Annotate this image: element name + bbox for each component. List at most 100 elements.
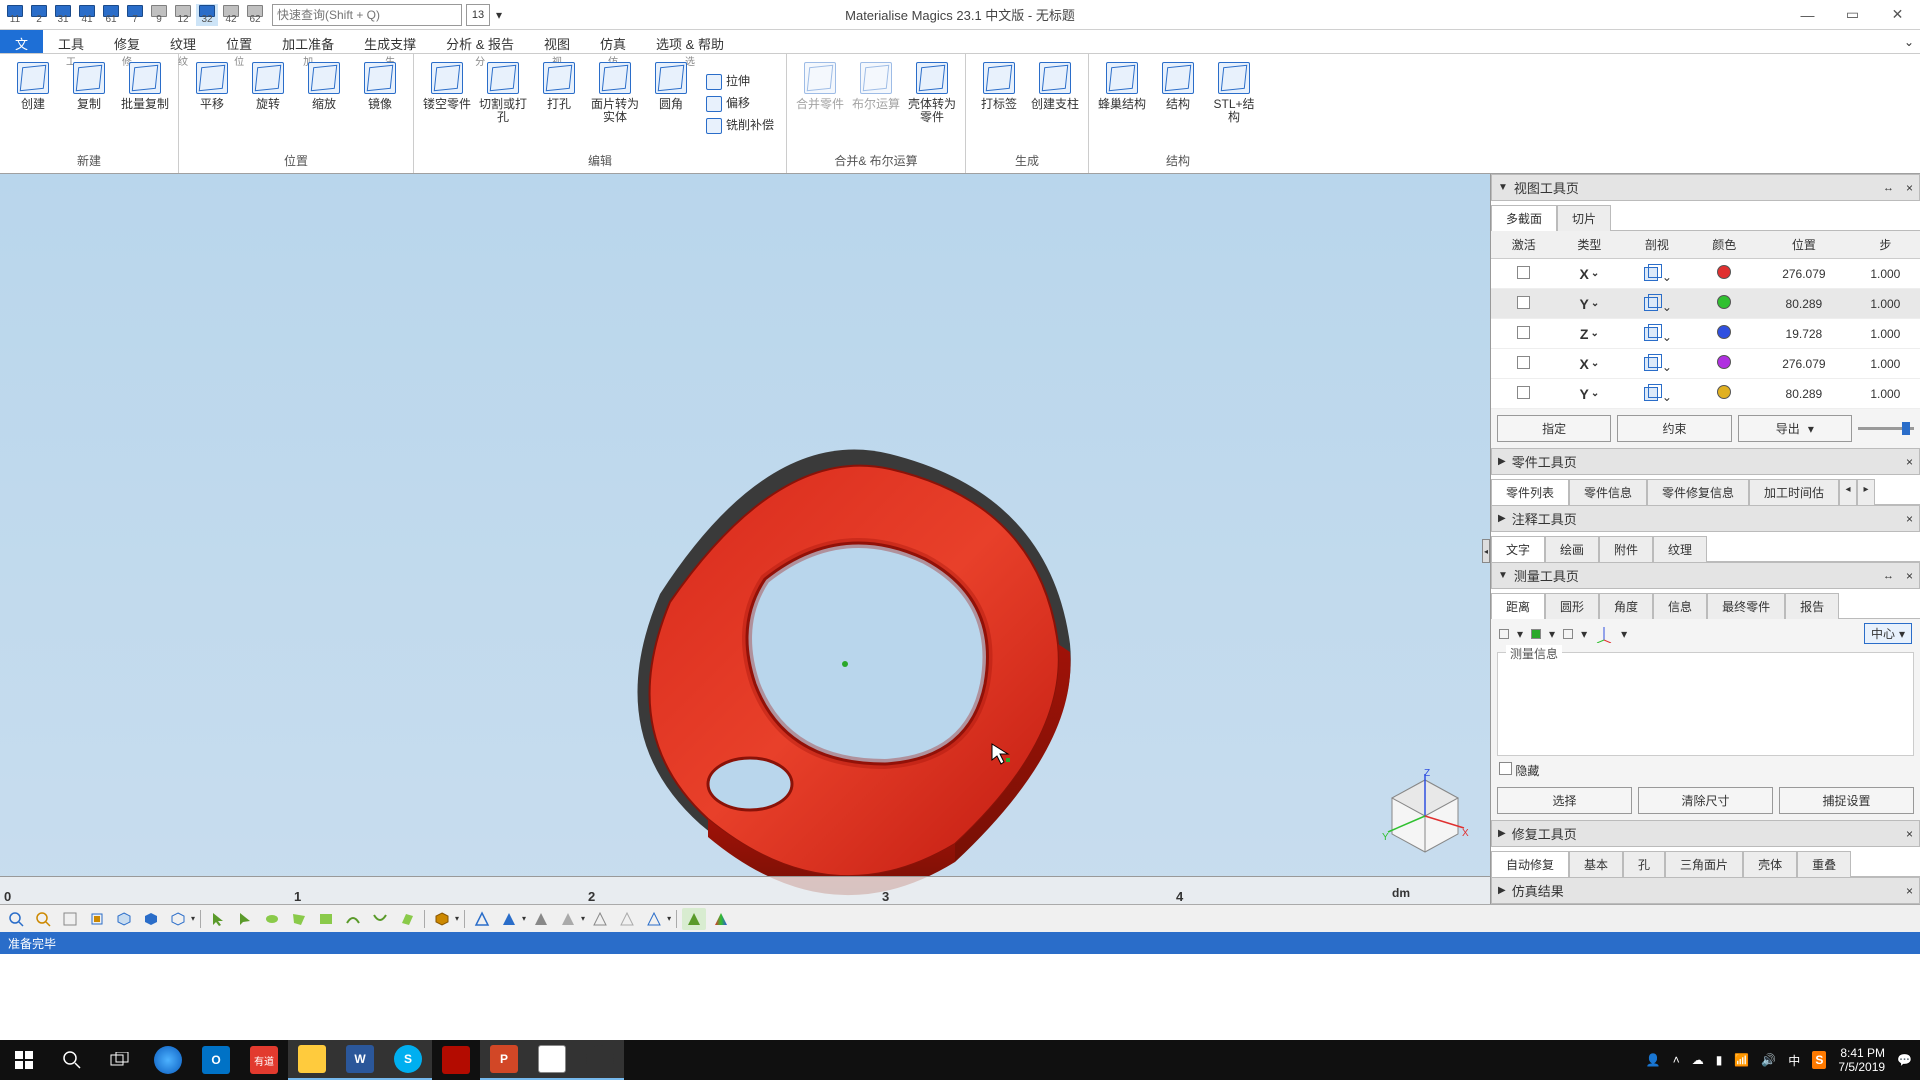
pin-icon[interactable]: ↔ bbox=[1883, 570, 1894, 582]
volume-icon[interactable]: 🔊 bbox=[1761, 1053, 1776, 1067]
maximize-button[interactable]: ▭ bbox=[1830, 0, 1875, 30]
select-rect-icon[interactable] bbox=[314, 908, 338, 930]
tab-slice[interactable]: 切片 bbox=[1557, 205, 1611, 231]
close-icon[interactable]: × bbox=[1906, 569, 1913, 583]
panel-simresult[interactable]: ▶ 仿真结果 × bbox=[1491, 877, 1920, 904]
tab-final[interactable]: 最终零件 bbox=[1707, 593, 1785, 619]
btn-create[interactable]: 创建 bbox=[8, 58, 58, 150]
table-row[interactable]: X⌄⌄276.0791.000 bbox=[1491, 259, 1920, 289]
qat-item[interactable]: 42 bbox=[220, 4, 242, 26]
tab-basic[interactable]: 基本 bbox=[1569, 851, 1623, 877]
table-row[interactable]: Y⌄⌄80.2891.000 bbox=[1491, 379, 1920, 409]
btn-translate[interactable]: 平移 bbox=[187, 58, 237, 150]
cube-icon[interactable] bbox=[1642, 263, 1662, 281]
cube-icon[interactable] bbox=[1642, 353, 1662, 371]
tri-green-icon[interactable] bbox=[682, 908, 706, 930]
tab-texture[interactable]: 纹理纹 bbox=[155, 30, 211, 53]
orientation-gizmo[interactable]: Z X Y bbox=[1380, 768, 1470, 858]
btn-select[interactable]: 选择 bbox=[1497, 787, 1632, 814]
snap-point-active[interactable] bbox=[1531, 629, 1541, 639]
word-icon[interactable]: W bbox=[336, 1040, 384, 1080]
tab-sim[interactable]: 仿真仿 bbox=[585, 30, 641, 53]
tab-attach[interactable]: 附件 bbox=[1599, 536, 1653, 562]
btn-shell2part[interactable]: 壳体转为零件 bbox=[907, 58, 957, 150]
tab-position[interactable]: 位置位 bbox=[211, 30, 267, 53]
select-green-icon[interactable] bbox=[233, 908, 257, 930]
battery-icon[interactable]: ▮ bbox=[1716, 1053, 1723, 1067]
checkbox[interactable] bbox=[1517, 296, 1530, 309]
close-icon[interactable]: × bbox=[1906, 455, 1913, 469]
qat-item[interactable]: 62 bbox=[244, 4, 266, 26]
tab-multisection[interactable]: 多截面 bbox=[1491, 205, 1557, 231]
tri-fill-icon[interactable] bbox=[497, 908, 521, 930]
sogou-icon[interactable]: S bbox=[1812, 1051, 1826, 1069]
hide-checkbox[interactable]: 隐藏 bbox=[1499, 764, 1539, 778]
btn-fillet[interactable]: 圆角 bbox=[646, 58, 696, 150]
opacity-slider[interactable] bbox=[1858, 415, 1914, 442]
panel-part-tools[interactable]: ▶ 零件工具页 × bbox=[1491, 448, 1920, 475]
qat-item[interactable]: 2 bbox=[28, 4, 50, 26]
tri-gray2-icon[interactable] bbox=[556, 908, 580, 930]
close-icon[interactable]: × bbox=[1906, 181, 1913, 195]
checkbox[interactable] bbox=[1517, 326, 1530, 339]
btn-batchcopy[interactable]: 批量复制 bbox=[120, 58, 170, 150]
checkbox[interactable] bbox=[1517, 356, 1530, 369]
axis-icon[interactable] bbox=[1595, 625, 1613, 643]
tab-repair[interactable]: 修复修 bbox=[99, 30, 155, 53]
tab-time[interactable]: 加工时间估 bbox=[1749, 479, 1839, 505]
tab-support[interactable]: 生成支撑生 bbox=[349, 30, 431, 53]
tab-info[interactable]: 信息 bbox=[1653, 593, 1707, 619]
tray-expand-icon[interactable]: ˄ bbox=[1673, 1053, 1680, 1067]
explorer-icon[interactable] bbox=[288, 1040, 336, 1080]
panel-repair[interactable]: ▶ 修复工具页 × bbox=[1491, 820, 1920, 847]
table-row[interactable]: Y⌄⌄80.2891.000 bbox=[1491, 289, 1920, 319]
panel-view-tools[interactable]: ▼ 视图工具页 ↔ × bbox=[1491, 174, 1920, 201]
btn-extrude[interactable]: 拉伸 bbox=[702, 72, 778, 92]
tab-triangle[interactable]: 三角面片 bbox=[1665, 851, 1743, 877]
fit-part-icon[interactable] bbox=[85, 908, 109, 930]
select-arrow-icon[interactable] bbox=[206, 908, 230, 930]
btn-constrain[interactable]: 约束 bbox=[1617, 415, 1731, 442]
outlook-icon[interactable]: O bbox=[192, 1040, 240, 1080]
color-dot[interactable] bbox=[1717, 385, 1731, 399]
ie-icon[interactable] bbox=[144, 1040, 192, 1080]
btn-export[interactable]: 导出▾ bbox=[1738, 415, 1852, 442]
tri-outline-icon[interactable] bbox=[588, 908, 612, 930]
qat-item[interactable]: 31 bbox=[52, 4, 74, 26]
btn-pillar[interactable]: 创建支柱 bbox=[1030, 58, 1080, 150]
qat-more[interactable]: ▾ bbox=[492, 4, 506, 26]
cube-icon[interactable] bbox=[1642, 323, 1662, 341]
select-spline-icon[interactable] bbox=[368, 908, 392, 930]
3d-viewport[interactable]: Z X Y ◂ 0 1 2 3 4 dm bbox=[0, 174, 1490, 904]
tab-angle[interactable]: 角度 bbox=[1599, 593, 1653, 619]
close-icon[interactable]: × bbox=[1906, 884, 1913, 898]
qat-item[interactable]: 61 bbox=[100, 4, 122, 26]
btn-honeycomb[interactable]: 蜂巢结构 bbox=[1097, 58, 1147, 150]
quick-search-input[interactable] bbox=[272, 4, 462, 26]
qat-item[interactable]: 41 bbox=[76, 4, 98, 26]
start-button[interactable] bbox=[0, 1040, 48, 1080]
btn-offset[interactable]: 偏移 bbox=[702, 94, 778, 114]
youdao-icon[interactable]: 有道 bbox=[240, 1040, 288, 1080]
cube-tool-icon[interactable] bbox=[430, 908, 454, 930]
tab-draw[interactable]: 绘画 bbox=[1545, 536, 1599, 562]
color-dot[interactable] bbox=[1717, 265, 1731, 279]
wifi-icon[interactable]: 📶 bbox=[1734, 1053, 1749, 1067]
qat-item[interactable]: 12 bbox=[172, 4, 194, 26]
tri-blue-icon[interactable] bbox=[470, 908, 494, 930]
search-button[interactable] bbox=[48, 1040, 96, 1080]
tab-prep[interactable]: 加工准备加 bbox=[267, 30, 349, 53]
skype-icon[interactable]: S bbox=[384, 1040, 432, 1080]
select-poly-icon[interactable] bbox=[287, 908, 311, 930]
color-dot[interactable] bbox=[1717, 295, 1731, 309]
zoom-window-icon[interactable] bbox=[58, 908, 82, 930]
panel-annotation[interactable]: ▶ 注释工具页 × bbox=[1491, 505, 1920, 532]
tab-overlap[interactable]: 重叠 bbox=[1797, 851, 1851, 877]
tab-hole[interactable]: 孔 bbox=[1623, 851, 1665, 877]
btn-surface2solid[interactable]: 面片转为实体 bbox=[590, 58, 640, 150]
magics-icon[interactable] bbox=[528, 1040, 576, 1080]
btn-millcomp[interactable]: 铣削补偿 bbox=[702, 116, 778, 136]
btn-stlstructure[interactable]: STL+结构 bbox=[1209, 58, 1259, 150]
tab-autorepair[interactable]: 自动修复 bbox=[1491, 851, 1569, 877]
tri-rainbow-icon[interactable] bbox=[709, 908, 733, 930]
